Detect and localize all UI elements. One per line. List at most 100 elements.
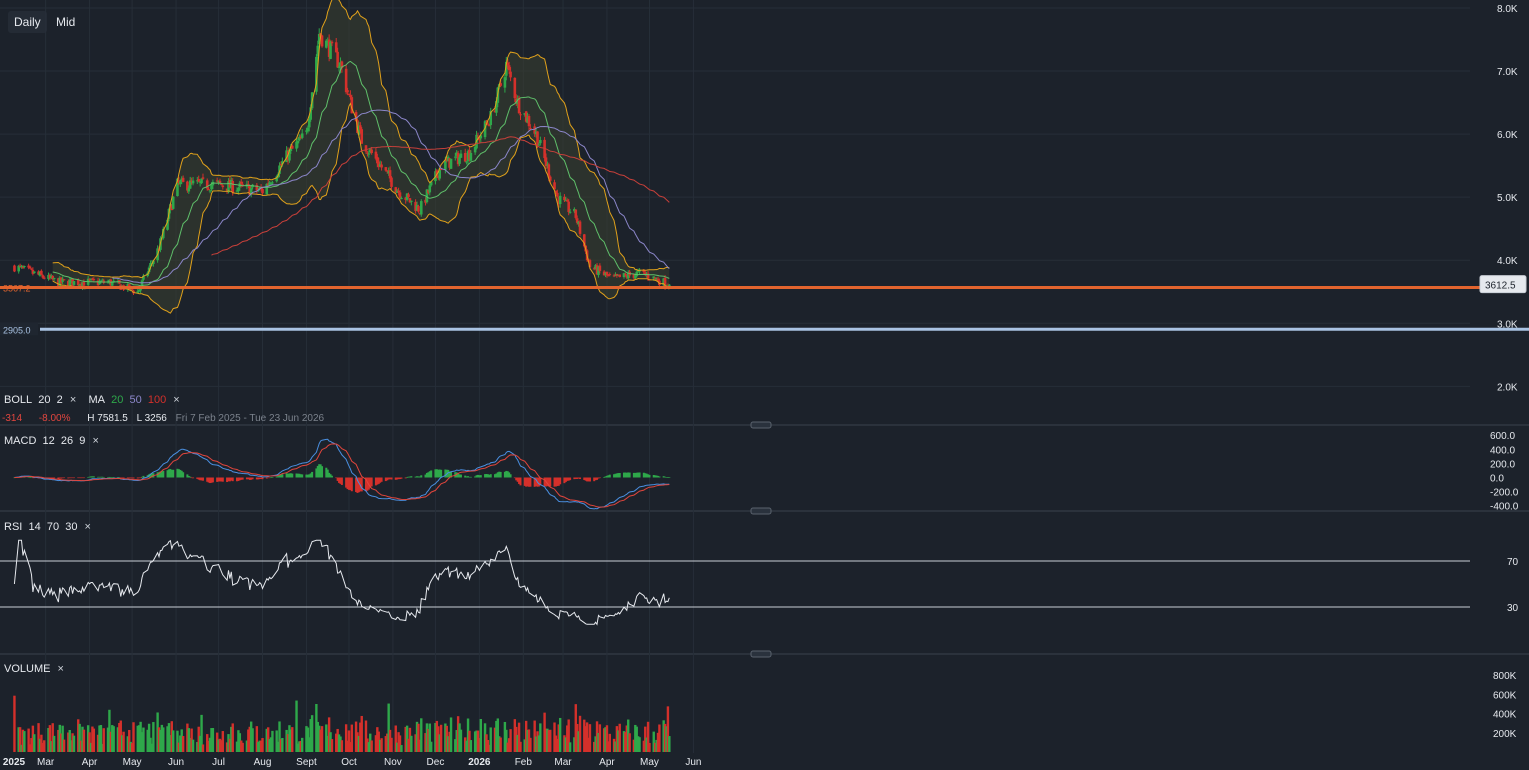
volume-tick-label: 600K [1493,690,1517,701]
volume-bar [102,728,105,752]
volume-bar [549,729,552,752]
volume-bar [181,736,185,752]
candle-body [565,200,569,202]
candle-body [300,133,304,138]
candle-body [397,190,400,193]
time-tick-label: Oct [341,757,357,768]
volume-bar [43,740,46,752]
volume-bar [310,715,314,752]
boll-close-icon[interactable]: × [70,394,76,406]
candle-body [578,221,582,234]
date-range: Fri 7 Feb 2025 - Tue 23 Jun 2026 [175,413,325,424]
volume-bar [390,737,393,752]
candle-body [336,51,339,68]
candle-body [458,157,461,164]
volume-bar [420,718,423,752]
volume-close-icon[interactable]: × [58,663,64,675]
volume-bar [211,728,215,752]
macd-histogram-bar [559,477,562,485]
volume-bar [281,737,284,752]
candle-body [334,42,338,53]
macd-legend: MACD 12 26 9 × [4,435,99,447]
macd-histogram-bar [340,477,343,485]
volume-bar [142,727,145,752]
price-tick-label: 4.0K [1497,256,1518,267]
volume-bar [162,727,165,752]
candle-body [605,271,609,276]
macd-close-icon[interactable]: × [92,435,98,447]
macd-histogram-bar [72,477,75,479]
time-tick-label: Aug [254,757,272,768]
macd-histogram-bar [519,477,522,486]
candle-body [398,192,402,198]
macd-histogram-bar [489,474,492,478]
candle-body [513,77,517,99]
candle-body [68,280,72,287]
candle-body [20,266,23,268]
price-tick-label: 3.0K [1497,319,1518,330]
volume-tick-label: 800K [1493,671,1517,682]
candle-body [347,94,351,96]
rsi-tick-label: 30 [1507,603,1519,614]
time-tick-label: Feb [515,757,533,768]
time-tick-label: Apr [599,757,615,768]
candle-body [306,127,310,132]
candle-body [220,184,223,186]
macd-histogram-bar [182,472,185,478]
candle-body [444,159,447,170]
macd-histogram-bar [241,477,244,480]
volume-bar [112,726,115,752]
ma-period-100: 100 [147,394,167,406]
time-tick-label: Jun [685,757,701,768]
rsi-close-icon[interactable]: × [85,521,91,533]
volume-bar [449,717,453,752]
change-abs: -314 [2,413,23,424]
candle-body [366,152,369,154]
candle-body [21,267,25,269]
ma-period-50: 50 [129,394,142,406]
volume-bar [400,745,403,752]
macd-histogram-bar [92,476,95,478]
price-change-row: -314 -8.00% H 7581.5 L 3256 Fri 7 Feb 20… [2,413,324,424]
candle-body [400,198,403,200]
low-value: L 3256 [136,413,167,424]
rsi-tick-label: 70 [1507,557,1519,568]
macd-histogram-bar [102,476,105,478]
boll-dev: 2 [56,394,63,406]
chart-canvas[interactable]: 3567.2 2905.0 3612.5 8.0K 7.0K 6.0K 5.0K 4.0K 3… [0,0,1529,770]
candle-body [320,35,324,47]
volume-bar [539,723,542,752]
candle-body [428,185,432,193]
candle-body [527,116,531,127]
macd-histogram-bar [549,477,552,487]
candle-body [459,153,463,158]
boll-name: BOLL [4,394,33,406]
macd-histogram-bar [638,472,641,478]
candle-body [221,185,225,188]
candle-body [359,125,362,130]
candle-body [307,118,311,128]
candle-body [28,266,32,269]
macd-signal-line [14,443,670,508]
macd-histogram-bar [628,472,631,478]
pane-resize-handle [750,421,772,429]
support-label-2: 2905.0 [3,325,31,335]
volume-bar [618,723,621,752]
candle-body [388,170,392,179]
candle-body [453,156,457,158]
volume-bar [608,733,611,752]
support-label-1: 3567.2 [3,284,31,294]
candle-body [82,281,86,286]
ma-close-icon[interactable]: × [173,394,179,406]
macd-histogram-bar [132,477,135,479]
time-tick-label: Sept [296,757,317,768]
candle-body [367,153,371,155]
macd-histogram-bar [608,474,611,478]
macd-histogram-bar [648,474,651,478]
candle-body [269,183,273,185]
volume-bar [578,715,582,752]
candle-body [410,200,413,202]
candle-body [271,182,274,184]
candle-body [539,140,542,144]
rsi-pane [0,539,1470,626]
